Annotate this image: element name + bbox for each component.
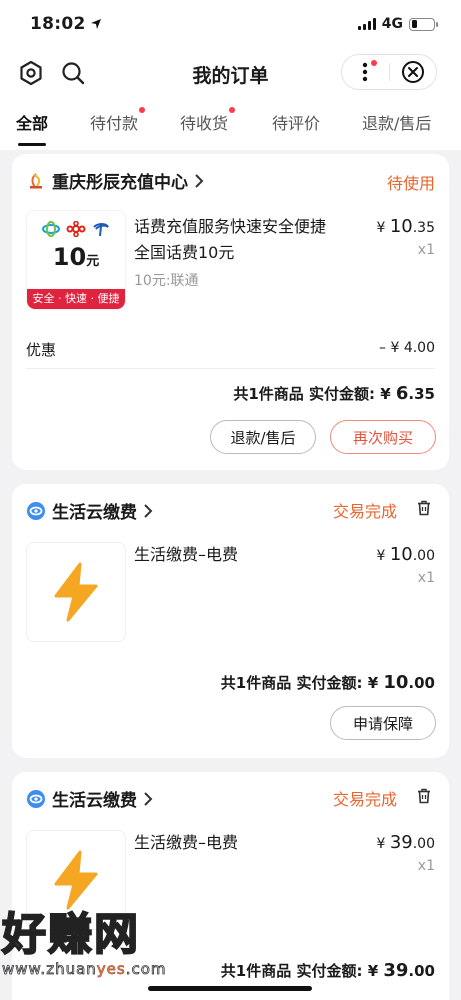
order-card: 重庆彤辰充值中心 待使用 10元 安全 · 快速 · 便捷 话费充值服务快速安全… bbox=[12, 154, 449, 470]
product-qty: x1 bbox=[417, 242, 435, 258]
product-price: ¥ 10.00 bbox=[376, 544, 435, 565]
thumb-banner: 安全 · 快速 · 便捷 bbox=[27, 289, 125, 309]
trash-icon[interactable] bbox=[417, 788, 431, 804]
discount-value: – ¥ 4.00 bbox=[379, 340, 435, 356]
site-watermark: 好赚网 www.zhuanyes.com bbox=[1, 909, 202, 979]
product-price: ¥ 10.35 bbox=[376, 216, 435, 237]
signal-icon bbox=[357, 18, 376, 30]
notification-dot bbox=[139, 107, 146, 113]
close-button[interactable] bbox=[390, 55, 437, 89]
order-status: 待使用 bbox=[386, 174, 435, 193]
close-circle-icon bbox=[401, 61, 424, 83]
nav-bar: 我的订单 bbox=[0, 48, 461, 100]
divider bbox=[26, 368, 435, 369]
tab-label: 待收货 bbox=[180, 114, 229, 133]
search-icon[interactable] bbox=[60, 60, 86, 86]
shop-name: 重庆彤辰充值中心 bbox=[52, 173, 188, 193]
shop-link[interactable]: 生活云缴费 bbox=[26, 498, 153, 523]
shop-logo-icon bbox=[30, 172, 42, 188]
location-arrow-icon bbox=[90, 19, 101, 29]
watermark-url: www.zhuanyes.com bbox=[2, 960, 167, 979]
product-title[interactable]: 话费充值服务快速安全便捷 全国话费10元 bbox=[134, 214, 326, 266]
tab-all[interactable]: 全部 bbox=[16, 110, 49, 146]
shop-logo-icon bbox=[27, 789, 45, 808]
top-area: 18:02 4G 我的订单 全部 待付款 待收货 待评价 退款/售后 bbox=[0, 0, 461, 150]
shop-link[interactable]: 生活云缴费 bbox=[26, 786, 153, 811]
product-title[interactable]: 生活缴费–电费 bbox=[134, 830, 238, 856]
product-thumbnail[interactable]: 10元 安全 · 快速 · 便捷 bbox=[26, 210, 126, 310]
order-total: 共1件商品 实付金额: ¥ 6.35 bbox=[233, 383, 435, 404]
notification-dot bbox=[229, 107, 236, 113]
order-card: 生活云缴费 交易完成 生活缴费–电费 ¥ 10.00 x1 共1件商品 实付金额… bbox=[12, 484, 449, 758]
mini-program-capsule bbox=[341, 54, 437, 90]
lightning-bolt-icon bbox=[54, 562, 98, 622]
more-button[interactable] bbox=[342, 55, 389, 89]
tab-refund-aftersale[interactable]: 退款/售后 bbox=[362, 110, 431, 134]
chevron-right-icon bbox=[195, 173, 204, 188]
status-time: 18:02 bbox=[30, 14, 86, 34]
tab-label: 待付款 bbox=[90, 114, 139, 133]
buy-again-button[interactable]: 再次购买 bbox=[330, 420, 436, 454]
product-price: ¥ 39.00 bbox=[376, 832, 435, 853]
shop-name: 生活云缴费 bbox=[52, 503, 137, 523]
order-status: 交易完成 bbox=[332, 790, 397, 809]
refund-aftersale-button[interactable]: 退款/售后 bbox=[210, 420, 316, 454]
discount-label: 优惠 bbox=[26, 341, 57, 359]
trash-icon[interactable] bbox=[417, 500, 431, 516]
china-mobile-logo-icon bbox=[42, 221, 60, 237]
watermark-logo: 好赚网 bbox=[1, 909, 140, 961]
product-qty: x1 bbox=[417, 570, 435, 586]
china-unicom-logo-icon bbox=[66, 221, 86, 237]
more-dots-icon bbox=[363, 62, 368, 82]
product-thumbnail[interactable] bbox=[26, 542, 126, 642]
tab-label: 全部 bbox=[16, 114, 49, 133]
settings-hex-icon[interactable] bbox=[18, 60, 44, 86]
order-tabs: 全部 待付款 待收货 待评价 退款/售后 bbox=[0, 100, 461, 150]
status-bar: 18:02 4G bbox=[0, 0, 461, 48]
product-spec: 10元:联通 bbox=[134, 273, 199, 289]
network-type: 4G bbox=[381, 16, 403, 32]
order-total: 共1件商品 实付金额: ¥ 10.00 bbox=[220, 672, 435, 693]
notification-dot bbox=[370, 60, 377, 66]
order-status: 交易完成 bbox=[332, 502, 397, 521]
tab-pending-payment[interactable]: 待付款 bbox=[90, 107, 146, 134]
lightning-bolt-icon bbox=[54, 850, 98, 910]
battery-icon bbox=[409, 17, 438, 31]
shop-link[interactable]: 重庆彤辰充值中心 bbox=[26, 168, 204, 193]
order-total: 共1件商品 实付金额: ¥ 39.00 bbox=[220, 960, 435, 981]
apply-protection-button[interactable]: 申请保障 bbox=[330, 706, 436, 740]
tab-pending-receipt[interactable]: 待收货 bbox=[180, 107, 236, 134]
chevron-right-icon bbox=[144, 503, 153, 518]
tab-active-indicator bbox=[18, 143, 47, 146]
china-telecom-logo-icon bbox=[93, 223, 109, 237]
tab-pending-review[interactable]: 待评价 bbox=[272, 110, 320, 134]
thumb-amount: 10元 bbox=[52, 243, 100, 271]
tab-label: 待评价 bbox=[272, 114, 321, 133]
home-indicator[interactable] bbox=[148, 986, 312, 991]
shop-name: 生活云缴费 bbox=[52, 791, 137, 811]
product-title[interactable]: 生活缴费–电费 bbox=[134, 542, 238, 568]
chevron-right-icon bbox=[144, 791, 153, 806]
shop-logo-icon bbox=[27, 501, 45, 520]
tab-label: 退款/售后 bbox=[362, 114, 432, 133]
product-qty: x1 bbox=[417, 858, 435, 874]
